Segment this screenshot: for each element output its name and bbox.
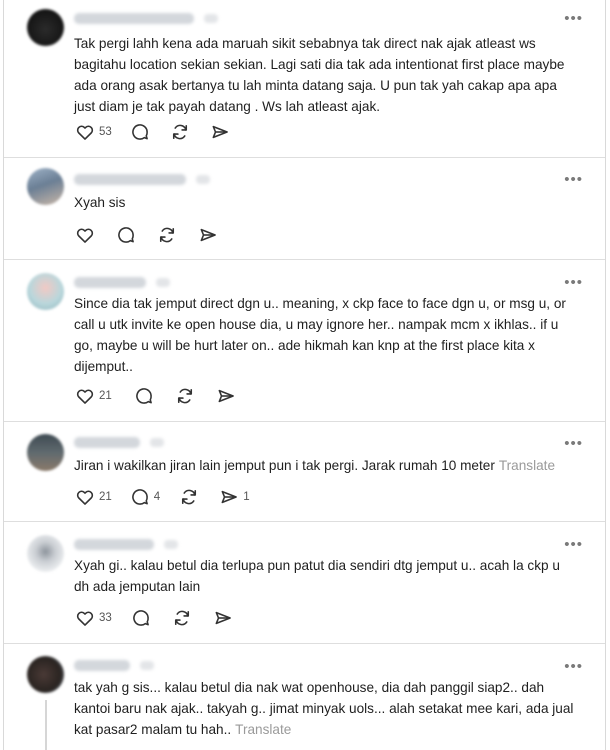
- repost-button[interactable]: [170, 122, 190, 142]
- share-button[interactable]: [210, 122, 230, 142]
- like-button[interactable]: [75, 225, 99, 245]
- send-arrow-icon: [198, 225, 218, 245]
- repost-button[interactable]: [175, 386, 195, 406]
- avatar[interactable]: [27, 434, 64, 471]
- like-button[interactable]: 53: [75, 122, 112, 142]
- avatar[interactable]: [27, 168, 64, 205]
- more-options-icon[interactable]: •••: [564, 11, 583, 26]
- repost-button[interactable]: [172, 608, 192, 628]
- heart-icon: [75, 386, 95, 406]
- comment-text-body: tak yah g sis... kalau betul dia nak wat…: [74, 680, 574, 737]
- username-blurred[interactable]: [74, 13, 194, 24]
- reply-button[interactable]: [131, 608, 151, 628]
- avatar[interactable]: [27, 656, 64, 693]
- thread-line: [45, 700, 47, 750]
- translate-link[interactable]: Translate: [235, 722, 291, 737]
- send-arrow-icon: [219, 487, 239, 507]
- like-button[interactable]: 21: [75, 487, 112, 507]
- heart-icon: [75, 608, 95, 628]
- reply-count: 4: [153, 491, 161, 503]
- repost-arrows-icon: [172, 608, 192, 628]
- comment-bubble-icon: [130, 487, 150, 507]
- comment-post: ••• Xyah gi.. kalau betul dia terlupa pu…: [4, 522, 605, 644]
- comment-post: ••• tak yah g sis... kalau betul dia nak…: [4, 644, 605, 750]
- comment-bubble-icon: [134, 386, 154, 406]
- more-options-icon[interactable]: •••: [564, 172, 583, 187]
- share-count: 1: [243, 491, 250, 503]
- username-blurred[interactable]: [74, 174, 186, 185]
- repost-arrows-icon: [170, 122, 190, 142]
- comment-bubble-icon: [130, 122, 150, 142]
- repost-button[interactable]: [157, 225, 177, 245]
- heart-icon: [75, 122, 95, 142]
- send-arrow-icon: [210, 122, 230, 142]
- avatar[interactable]: [27, 273, 64, 310]
- username-blurred[interactable]: [74, 437, 140, 448]
- comments-feed: ••• Tak pergi lahh kena ada maruah sikit…: [3, 0, 606, 750]
- avatar[interactable]: [27, 535, 64, 572]
- comment-post: ••• Xyah sis: [4, 158, 605, 260]
- reply-button[interactable]: 4: [130, 487, 160, 507]
- comment-post: ••• Since dia tak jemput direct dgn u.. …: [4, 260, 605, 422]
- comment-post: ••• Jiran i wakilkan jiran lain jemput p…: [4, 422, 605, 522]
- more-options-icon[interactable]: •••: [564, 436, 583, 451]
- comment-text: tak yah g sis... kalau betul dia nak wat…: [74, 677, 574, 740]
- comment-text: Tak pergi lahh kena ada maruah sikit seb…: [74, 36, 565, 114]
- share-button[interactable]: 1: [219, 487, 250, 507]
- repost-arrows-icon: [157, 225, 177, 245]
- like-count: 53: [99, 126, 112, 138]
- timestamp-blurred: [150, 438, 164, 447]
- comment-text-body: Jiran i wakilkan jiran lain jemput pun i…: [74, 458, 495, 473]
- heart-icon: [75, 487, 95, 507]
- timestamp-blurred: [140, 661, 154, 670]
- reply-button[interactable]: [130, 122, 150, 142]
- like-button[interactable]: 33: [75, 608, 112, 628]
- comment-text: Jiran i wakilkan jiran lain jemput pun i…: [74, 455, 594, 476]
- username-blurred[interactable]: [74, 277, 146, 288]
- action-bar: 53: [75, 121, 230, 143]
- share-button[interactable]: [213, 608, 233, 628]
- more-options-icon[interactable]: •••: [564, 659, 583, 674]
- heart-icon: [75, 225, 95, 245]
- comment-bubble-icon: [131, 608, 151, 628]
- like-count: 21: [99, 390, 112, 402]
- action-bar: 21 4 1: [75, 486, 250, 508]
- reply-button[interactable]: [116, 225, 136, 245]
- share-button[interactable]: [198, 225, 218, 245]
- username-blurred[interactable]: [74, 660, 130, 671]
- comment-post: ••• Tak pergi lahh kena ada maruah sikit…: [4, 0, 605, 158]
- timestamp-blurred: [196, 175, 210, 184]
- share-button[interactable]: [216, 386, 236, 406]
- action-bar: [75, 224, 218, 246]
- repost-button[interactable]: [179, 487, 199, 507]
- send-arrow-icon: [216, 386, 236, 406]
- comment-bubble-icon: [116, 225, 136, 245]
- more-options-icon[interactable]: •••: [564, 275, 583, 290]
- like-count: 33: [99, 612, 112, 624]
- timestamp-blurred: [164, 540, 178, 549]
- like-button[interactable]: 21: [75, 386, 112, 406]
- action-bar: 21: [75, 385, 236, 407]
- reply-button[interactable]: [134, 386, 154, 406]
- translate-link[interactable]: Translate: [499, 458, 555, 473]
- comment-text: Xyah sis: [74, 195, 126, 210]
- repost-arrows-icon: [175, 386, 195, 406]
- more-options-icon[interactable]: •••: [564, 537, 583, 552]
- send-arrow-icon: [213, 608, 233, 628]
- action-bar: 33: [75, 607, 233, 629]
- avatar[interactable]: [27, 9, 64, 46]
- timestamp-blurred: [204, 14, 218, 23]
- username-blurred[interactable]: [74, 539, 154, 550]
- repost-arrows-icon: [179, 487, 199, 507]
- like-count: 21: [99, 491, 112, 503]
- comment-text: Since dia tak jemput direct dgn u.. mean…: [74, 296, 566, 374]
- comment-text: Xyah gi.. kalau betul dia terlupa pun pa…: [74, 558, 560, 594]
- timestamp-blurred: [156, 278, 170, 287]
